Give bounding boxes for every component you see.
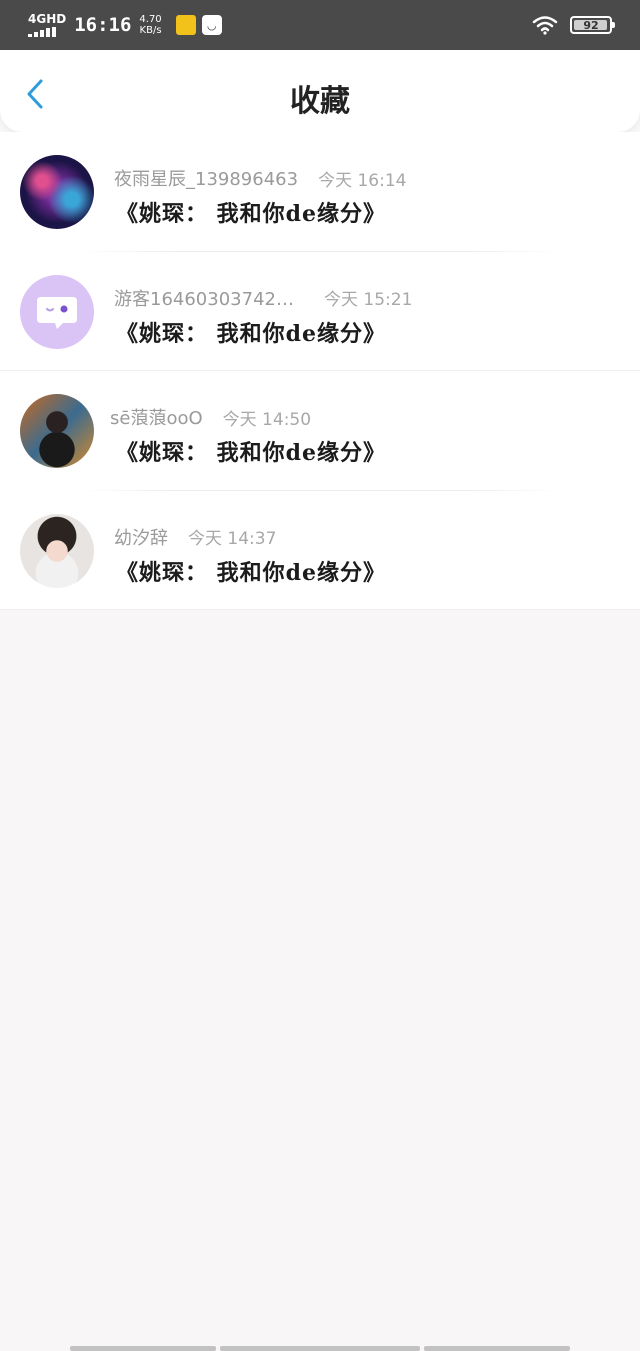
status-bar: 4GHD 16:16 4.70 KB/s ◡ 92 — [0, 0, 640, 50]
status-time: 16:16 — [74, 14, 132, 36]
item-title[interactable]: 《姚琛： 我和你de缘分》 — [116, 196, 386, 228]
speed-unit: KB/s — [139, 25, 162, 36]
item-title[interactable]: 《姚琛： 我和你de缘分》 — [116, 555, 386, 587]
battery-level: 92 — [583, 18, 599, 32]
timestamp: 今天 15:21 — [324, 290, 413, 310]
list-item[interactable]: 幼汐辞 今天 14:37 《姚琛： 我和你de缘分》 — [0, 491, 640, 610]
divider — [0, 609, 640, 610]
chat-notification-icon: ◡ — [201, 15, 222, 35]
app-notification-icon — [175, 15, 196, 35]
wifi-icon — [532, 16, 558, 35]
network-speed: 4.70 KB/s — [139, 14, 161, 36]
battery-icon: 92 — [570, 16, 615, 34]
item-meta: 游客164603037427··· 今天 15:21 — [114, 285, 413, 311]
user-name[interactable]: 夜雨星辰_139896463 — [114, 165, 298, 191]
bottom-indicator — [70, 1346, 570, 1351]
network-indicator: 4GHD — [28, 13, 66, 37]
avatar[interactable] — [20, 274, 94, 349]
network-type: 4GHD — [28, 12, 67, 26]
timestamp: 今天 14:37 — [188, 529, 277, 549]
item-meta: 夜雨星辰_139896463 今天 16:14 — [114, 165, 407, 191]
avatar[interactable] — [20, 155, 94, 229]
header: 收藏 — [0, 50, 640, 132]
page-title: 收藏 — [290, 84, 350, 119]
avatar[interactable] — [20, 513, 94, 588]
item-title[interactable]: 《姚琛： 我和你de缘分》 — [116, 316, 386, 348]
chat-bubble-icon — [37, 296, 77, 329]
timestamp: 今天 14:50 — [222, 409, 312, 430]
speed-value: 4.70 — [139, 14, 162, 25]
item-meta: 幼汐辞 今天 14:37 — [114, 524, 277, 550]
item-title[interactable]: 《姚琛： 我和你de缘分》 — [116, 435, 386, 467]
user-name[interactable]: 幼汐辞 — [114, 524, 168, 550]
list-item[interactable]: 游客164603037427··· 今天 15:21 《姚琛： 我和你de缘分》 — [0, 252, 640, 371]
list-item[interactable]: sē蒗蒗ooO 今天 14:50 《姚琛： 我和你de缘分》 — [0, 371, 640, 491]
list-item[interactable]: 夜雨星辰_139896463 今天 16:14 《姚琛： 我和你de缘分》 — [0, 132, 640, 252]
user-name[interactable]: sē蒗蒗ooO — [110, 404, 203, 430]
signal-icon — [28, 27, 56, 37]
avatar[interactable] — [20, 394, 94, 468]
item-meta: sē蒗蒗ooO 今天 14:50 — [110, 404, 312, 430]
user-name[interactable]: 游客164603037427··· — [114, 285, 304, 311]
favorites-list: 夜雨星辰_139896463 今天 16:14 《姚琛： 我和你de缘分》 游客… — [0, 132, 640, 610]
timestamp: 今天 16:14 — [318, 170, 407, 191]
